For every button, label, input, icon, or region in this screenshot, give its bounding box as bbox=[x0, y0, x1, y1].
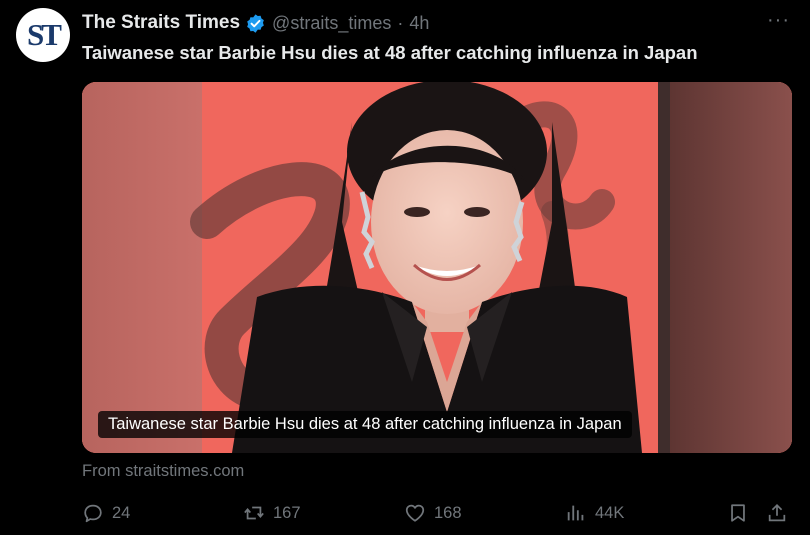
reply-button[interactable]: 24 bbox=[82, 502, 130, 524]
repost-icon bbox=[244, 506, 264, 520]
like-count: 168 bbox=[434, 503, 462, 522]
share-button[interactable] bbox=[766, 502, 796, 524]
repost-count: 167 bbox=[273, 503, 301, 522]
link-card[interactable]: Taiwanese star Barbie Hsu dies at 48 aft… bbox=[82, 82, 792, 453]
more-icon[interactable]: ··· bbox=[767, 10, 790, 30]
share-icon bbox=[768, 503, 786, 522]
card-source[interactable]: From straitstimes.com bbox=[82, 462, 244, 481]
author-avatar[interactable]: ST bbox=[16, 8, 70, 62]
author-handle[interactable]: @straits_times bbox=[272, 13, 391, 34]
bookmark-button[interactable] bbox=[727, 502, 757, 524]
like-button[interactable]: 168 bbox=[404, 502, 462, 524]
card-photo bbox=[82, 82, 792, 453]
tweet-time[interactable]: 4h bbox=[409, 13, 429, 34]
card-caption: Taiwanese star Barbie Hsu dies at 48 aft… bbox=[98, 411, 632, 438]
bookmark-icon bbox=[731, 504, 745, 522]
verified-badge-icon bbox=[247, 13, 264, 33]
separator-dot: · bbox=[397, 12, 404, 33]
like-icon bbox=[405, 504, 425, 522]
reply-count: 24 bbox=[112, 503, 131, 522]
views-icon bbox=[567, 505, 584, 521]
tweet-text: Taiwanese star Barbie Hsu dies at 48 aft… bbox=[82, 42, 698, 63]
views-count: 44K bbox=[595, 503, 625, 522]
views-button[interactable]: 44K bbox=[565, 502, 624, 524]
repost-button[interactable]: 167 bbox=[243, 502, 301, 524]
tweet-header: The Straits Times @straits_times · 4h bbox=[82, 10, 750, 36]
reply-icon bbox=[84, 504, 102, 523]
avatar-logo-text: ST bbox=[27, 17, 62, 52]
author-name[interactable]: The Straits Times bbox=[82, 12, 240, 34]
